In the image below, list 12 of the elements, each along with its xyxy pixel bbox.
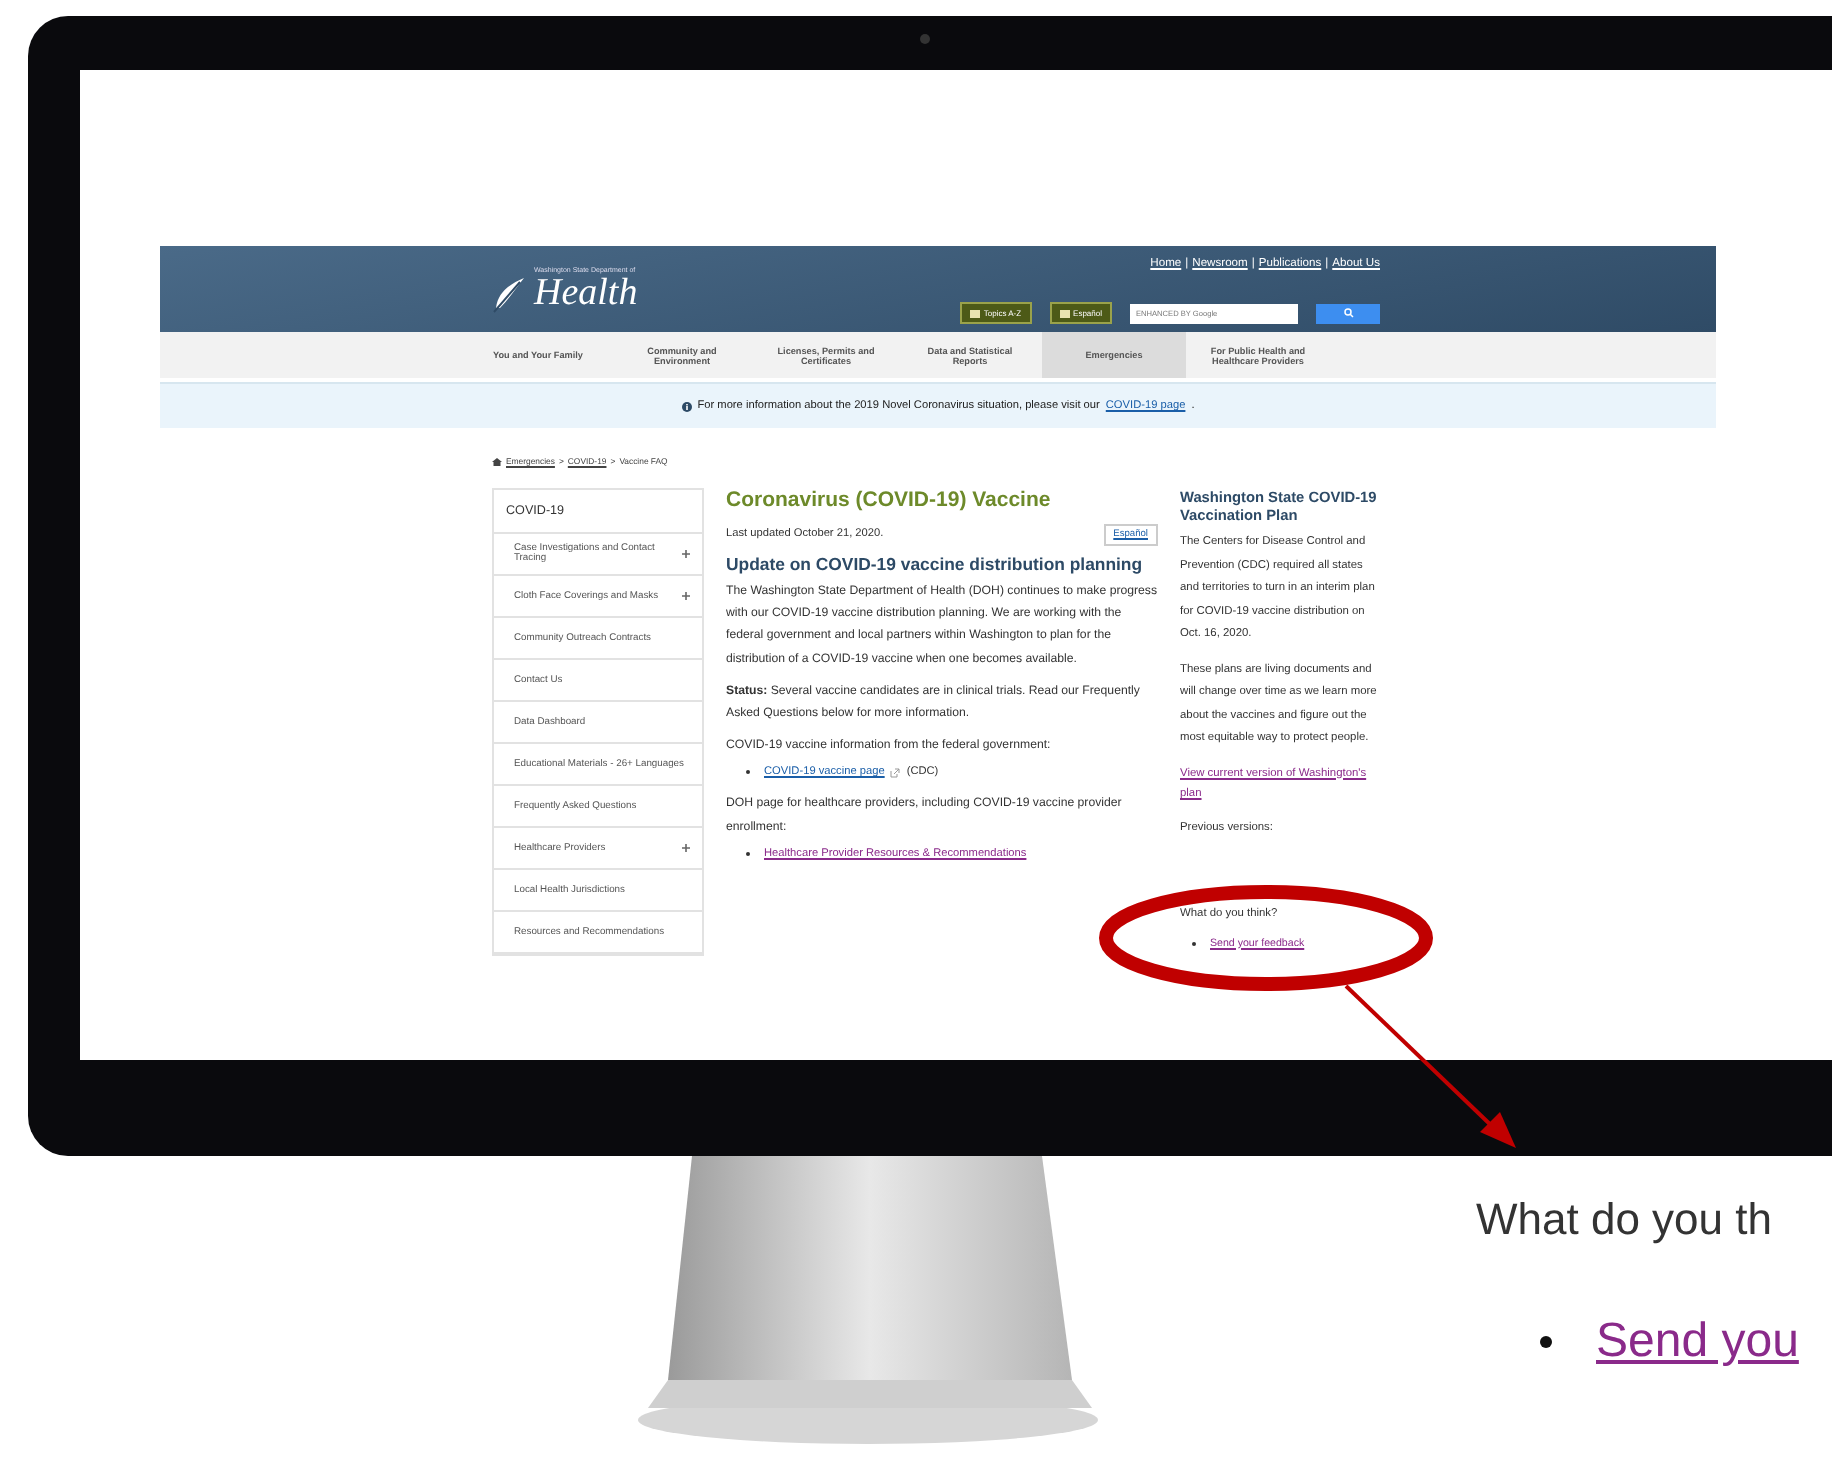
home-icon xyxy=(492,457,502,465)
leaf-logo-icon xyxy=(490,273,530,313)
zoomed-feedback-link[interactable]: Send you xyxy=(1596,1314,1799,1370)
page-title: Coronavirus (COVID-19) Vaccine xyxy=(726,488,1053,512)
camera-dot xyxy=(920,34,930,44)
search-icon xyxy=(1343,308,1353,318)
zoomed-question-text: What do you th xyxy=(1476,1194,1774,1246)
bullet xyxy=(1540,1336,1552,1348)
logo-text: Health xyxy=(534,274,638,312)
search-button[interactable] xyxy=(1316,303,1380,323)
info-icon xyxy=(681,401,692,411)
section-heading: Update on COVID-19 vaccine distribution planning xyxy=(726,554,1145,574)
